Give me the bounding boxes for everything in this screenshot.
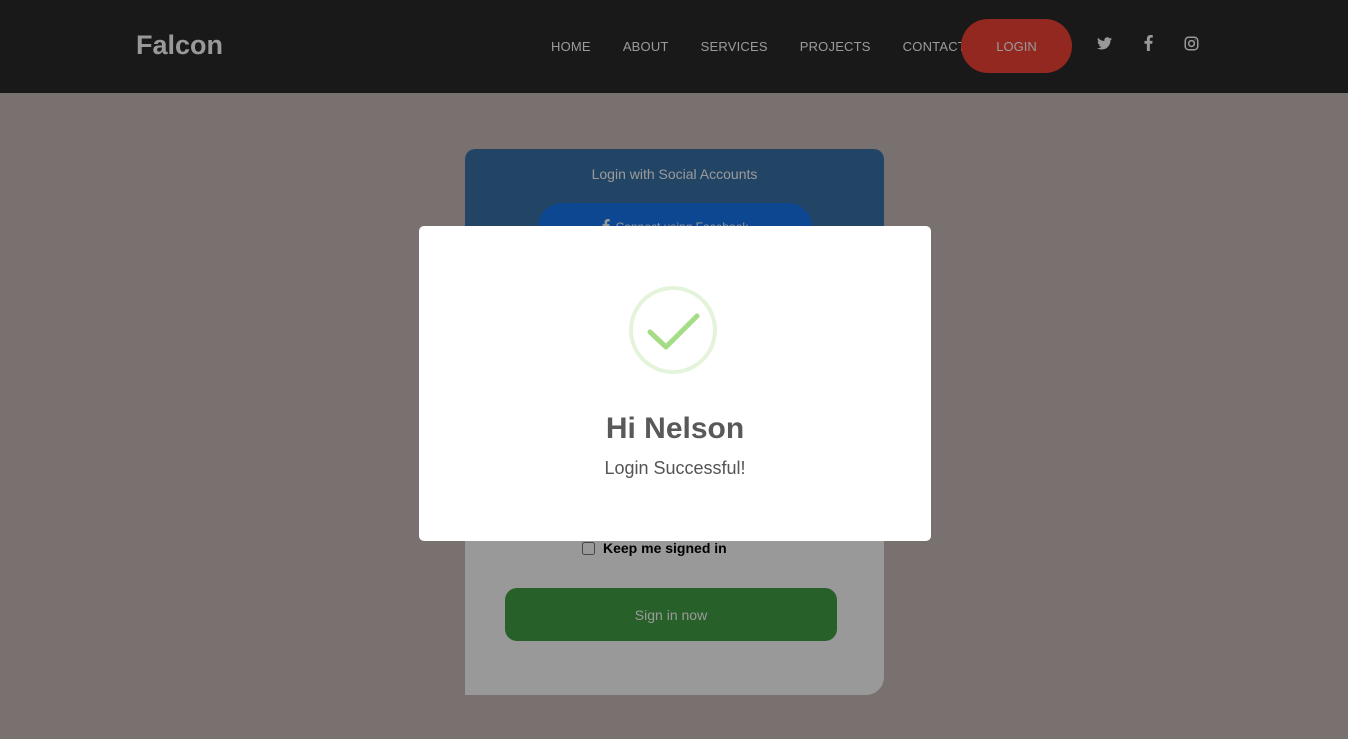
modal-title: Hi Nelson (605, 412, 745, 445)
modal-message: Login Successful! (604, 458, 746, 478)
success-modal: Hi Nelson Login Successful! (419, 226, 931, 541)
check-circle-icon (629, 286, 717, 374)
